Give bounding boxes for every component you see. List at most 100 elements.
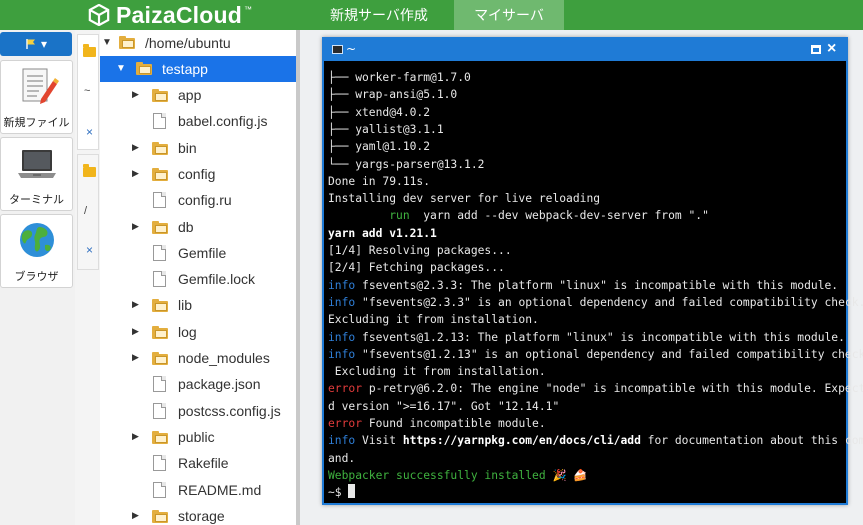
folder-icon [83, 44, 96, 57]
close-icon[interactable]: × [827, 40, 836, 58]
tree-project-testapp[interactable]: ▼ testapp [100, 56, 296, 82]
tree-item-label: Gemfile [178, 244, 227, 261]
folder-icon [152, 167, 168, 181]
tree-project-label: testapp [162, 61, 208, 77]
caret-right-icon[interactable]: ▶ [132, 89, 139, 100]
caret-right-icon[interactable]: ▶ [132, 168, 139, 179]
terminal-line: d version ">=16.17". Got "12.14.1" [328, 398, 559, 415]
tree-root[interactable]: ▼ /home/ubuntu [100, 30, 296, 56]
tree-folder-item[interactable]: ▶ log [100, 319, 296, 345]
terminal-text: ├── xtend@4.0.2 [328, 105, 431, 119]
caret-right-icon[interactable]: ▶ [132, 352, 139, 363]
folder-icon [152, 299, 168, 313]
terminal-window[interactable]: ~ × ├── worker-farm@1.7.0 ├── wrap-ansi@5… [322, 37, 863, 505]
nav-new-server[interactable]: 新規サーバ作成 [316, 0, 454, 30]
file-icon [153, 271, 166, 288]
paizacloud-logo[interactable]: PaizaCloud ™ [88, 0, 252, 30]
tree-item-label: config [178, 165, 216, 182]
terminal-line: Installing dev server for live reloading [328, 190, 600, 207]
terminal-text: ├── worker-farm@1.7.0 [328, 71, 471, 84]
tree-folder-item[interactable]: ▶ lib [100, 292, 296, 318]
terminal-line: info "fsevents@1.2.13" is an optional de… [328, 346, 863, 363]
terminal-line: [2/4] Fetching packages... [328, 259, 505, 276]
terminal-text: Installing dev server for live reloading [328, 192, 601, 206]
tree-file-item[interactable]: Rakefile [100, 450, 296, 476]
caret-right-icon[interactable]: ▶ [132, 510, 139, 521]
terminal-line: Excluding it from installation. [328, 311, 539, 328]
tree-root-label: /home/ubuntu [145, 35, 231, 51]
tree-item-label: package.json [178, 376, 261, 393]
folder-icon [152, 430, 168, 444]
tree-file-item[interactable]: Gemfile [100, 240, 296, 266]
terminal-line: └── yargs-parser@13.1.2 [328, 156, 484, 173]
tree-file-item[interactable]: package.json [100, 371, 296, 397]
browser-button[interactable]: ブラウザ [0, 214, 73, 288]
file-icon [153, 481, 166, 498]
tab-home-close-icon[interactable]: × [86, 125, 93, 139]
folder-icon [152, 325, 168, 339]
folder-icon [152, 352, 168, 365]
terminal-line: ├── yallist@3.1.1 [328, 121, 444, 138]
tree-item-label: db [178, 218, 194, 235]
tab-root[interactable]: / × [77, 154, 99, 270]
info-tag: info [328, 278, 356, 292]
tree-item-label: postcss.config.js [178, 402, 281, 419]
file-icon [153, 402, 166, 419]
caret-down-icon[interactable]: ▼ [102, 37, 112, 48]
tab-root-close-icon[interactable]: × [86, 243, 93, 257]
new-file-label: 新規ファイル [3, 117, 70, 129]
terminal-text: fsevents@1.2.13: The platform "linux" is… [355, 330, 845, 344]
tab-root-title: / [84, 205, 88, 217]
tree-file-item[interactable]: config.ru [100, 187, 296, 213]
tree-item-label: Gemfile.lock [178, 271, 256, 288]
terminal-text: Webpacker successfully installed 🎉 🍰 [328, 468, 588, 482]
cube-logo-icon [88, 4, 110, 26]
terminal-output[interactable]: ├── worker-farm@1.7.0 ├── wrap-ansi@5.1.0… [328, 61, 863, 501]
maximize-icon[interactable] [811, 45, 821, 54]
terminal-text: ├── yaml@1.10.2 [328, 140, 431, 154]
terminal-text: "fsevents@1.2.13" is an optional depende… [355, 347, 863, 361]
tree-file-item[interactable]: babel.config.js [100, 108, 296, 134]
tree-folder-item[interactable]: ▶ db [100, 214, 296, 240]
file-icon [153, 192, 166, 209]
globe-icon [19, 223, 54, 257]
terminal-text: yarn add --dev webpack-dev-server from "… [409, 209, 709, 223]
tree-folder-item[interactable]: ▶ app [100, 82, 296, 108]
nav-my-server[interactable]: マイサーバ [454, 0, 564, 30]
terminal-titlebar[interactable]: ~ × [324, 39, 846, 61]
tree-file-item[interactable]: Gemfile.lock [100, 266, 296, 292]
folder-icon [83, 164, 96, 177]
tree-folder-item[interactable]: ▶ public [100, 424, 296, 450]
tree-file-item[interactable]: postcss.config.js [100, 398, 296, 424]
new-file-button[interactable]: 新規ファイル [0, 60, 73, 134]
caret-right-icon[interactable]: ▶ [132, 326, 139, 337]
tree-file-item[interactable]: README.md [100, 477, 296, 503]
terminal-label: ターミナル [9, 194, 64, 206]
tree-item-label: bin [178, 139, 197, 156]
terminal-title: ~ [346, 42, 357, 56]
info-tag: info [328, 295, 356, 309]
caret-right-icon[interactable]: ▶ [132, 142, 139, 153]
caret-right-icon[interactable]: ▶ [132, 431, 139, 442]
terminal-text: Visit [355, 434, 403, 448]
tree-folder-item[interactable]: ▶ config [100, 161, 296, 187]
caret-right-icon[interactable]: ▶ [132, 299, 139, 310]
flag-icon [26, 39, 35, 49]
terminal-button[interactable]: ターミナル [0, 137, 73, 211]
file-icon [153, 113, 166, 130]
caret-right-icon[interactable]: ▶ [132, 221, 139, 232]
tab-home[interactable]: ~ × [77, 34, 99, 150]
tree-folder-item[interactable]: ▶ node_modules [100, 345, 296, 371]
trademark-mark: ™ [243, 4, 252, 14]
tree-folder-item[interactable]: ▶ bin [100, 135, 296, 161]
terminal-text: and. [328, 451, 356, 465]
tree-folder-item[interactable]: ▶ storage [100, 503, 296, 525]
server-select-dropdown[interactable]: ▾ [0, 32, 72, 56]
logo-text: PaizaCloud [116, 1, 242, 28]
terminal-line: info Visit https://yarnpkg.com/en/docs/c… [328, 432, 863, 449]
tree-item-label: app [178, 87, 202, 103]
folder-open-icon [119, 36, 135, 49]
caret-down-icon[interactable]: ▼ [116, 63, 126, 74]
terminal-line: info fsevents@1.2.13: The platform "linu… [328, 329, 845, 346]
